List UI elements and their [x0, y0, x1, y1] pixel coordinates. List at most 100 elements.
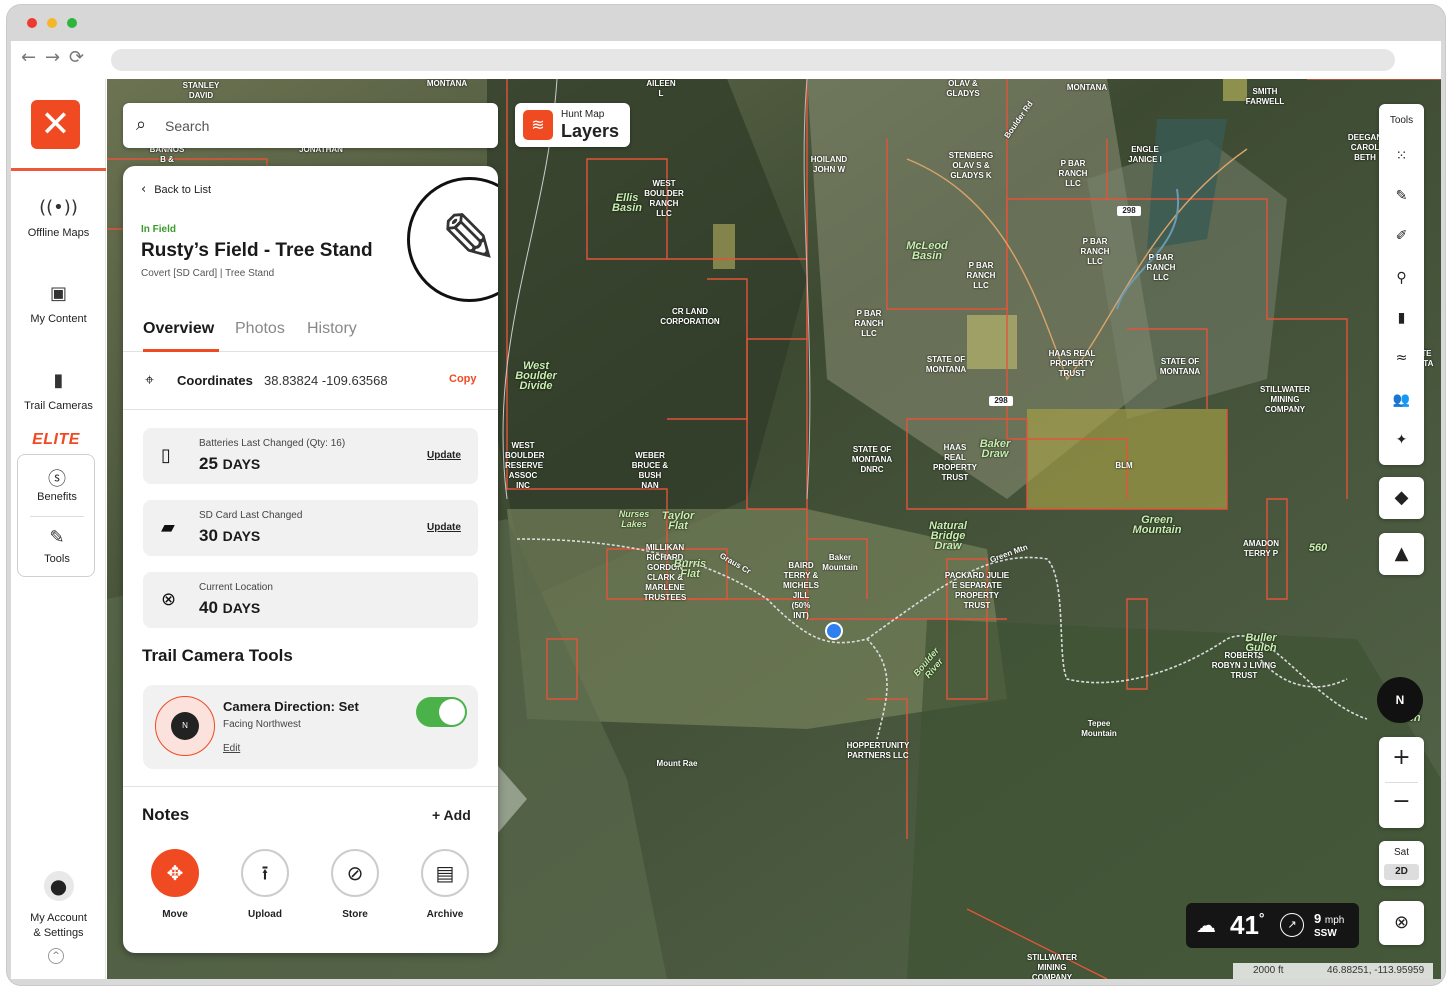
tools-icon: ✎ [49, 527, 65, 548]
move-action[interactable]: ✥ Move [140, 849, 210, 920]
map-mode-button[interactable]: Sat 2D [1379, 841, 1424, 886]
recenter-button[interactable]: ⊗ [1379, 901, 1424, 945]
draw-icon[interactable]: ✎ [1379, 188, 1424, 204]
batteries-label: Batteries Last Changed (Qty: 16) [199, 438, 346, 449]
search-bar[interactable]: ⌕ Search [123, 103, 498, 148]
map-canvas[interactable]: STANLEY DAVID MONTANA AILEEN L OLAV & GL… [107, 79, 1441, 979]
sd-card-icon: ▰ [161, 517, 175, 538]
map-label: WEST BOULDER RANCH LLC [644, 179, 684, 218]
maximize-window-dot[interactable] [67, 18, 77, 28]
camera-direction-title: Camera Direction: Set [223, 699, 359, 714]
map-label: HOILAND JOHN W [810, 155, 848, 174]
nav-account-settings[interactable]: ● My Account & Settings [11, 871, 106, 941]
satellite-icon[interactable]: ✦ [1379, 432, 1424, 448]
page-title: Rusty’s Field - Tree Stand [141, 240, 373, 261]
tab-history[interactable]: History [307, 320, 357, 338]
edit-pencil-icon[interactable]: ✎ [407, 177, 498, 302]
toggle-knob [439, 699, 465, 725]
address-bar[interactable] [111, 49, 1395, 71]
cursor-coordinates: 46.88251, -113.95959 [1327, 965, 1425, 976]
compass-needle: N [171, 712, 199, 740]
archive-icon: ▤ [421, 849, 469, 897]
nav-trail-cameras-label: Trail Cameras [24, 400, 93, 412]
nav-benefits[interactable]: ⓢ Benefits [18, 465, 96, 503]
reload-icon[interactable]: ⟳ [69, 47, 84, 68]
map-label: AMADON TERRY P [1243, 539, 1279, 558]
current-location-marker[interactable] [825, 622, 843, 640]
back-to-list-button[interactable]: ‹ Back to List [141, 182, 211, 197]
map-label: 560 [1308, 542, 1328, 554]
store-label: Store [342, 909, 368, 920]
tab-overview[interactable]: Overview [143, 320, 214, 338]
3d-terrain-button[interactable]: ◆ [1379, 477, 1424, 519]
battery-icon: ▯ [161, 445, 171, 466]
map-label: Nurses Lakes [618, 509, 650, 529]
upload-action[interactable]: ⭱ Upload [230, 849, 300, 920]
weather-widget[interactable]: ☁ 41° ↗ 9 mph SSW [1186, 903, 1359, 948]
people-icon[interactable]: 👥 [1379, 392, 1424, 408]
status-label: In Field [141, 224, 176, 235]
update-batteries-button[interactable]: Update [427, 450, 461, 461]
map-label: STENBERG OLAV S & GLADYS K [948, 151, 994, 180]
folder-icon: ▣ [49, 283, 67, 304]
tools-label: Tools [1389, 115, 1414, 126]
map-tools-panel: Tools ⁙ ✎ ✐ ⚲ ▮ ≈ 👥 ✦ [1379, 104, 1424, 465]
camera-direction-subtitle: Facing Northwest [223, 719, 301, 730]
nav-tools-label: Tools [44, 553, 70, 565]
layers-subtitle: Hunt Map [561, 109, 605, 120]
move-icon: ✥ [151, 849, 199, 897]
trail-camera-icon[interactable]: ▮ [1379, 310, 1424, 326]
location-pin-icon[interactable]: ⚲ [1379, 270, 1424, 286]
back-to-list-label: Back to List [154, 184, 212, 196]
left-nav: ✕ ((•)) Offline Maps ▣ My Content ▮ Trai… [11, 79, 106, 979]
zoom-out-button[interactable]: − [1379, 789, 1424, 814]
app-logo-icon[interactable]: ✕ [31, 100, 80, 149]
map-label: Natural Bridge Draw [929, 520, 967, 552]
map-pin-icon: ⌖ [145, 370, 155, 389]
nav-offline-maps[interactable]: ((•)) Offline Maps [11, 197, 106, 239]
current-location-days: 40 DAYS [199, 598, 260, 618]
nav-my-content[interactable]: ▣ My Content [11, 283, 106, 325]
map-label: P BAR RANCH LLC [1058, 159, 1088, 188]
sd-card-days: 30 DAYS [199, 526, 260, 546]
zoom-in-button[interactable]: + [1379, 745, 1424, 770]
hunt-map-layers-button[interactable]: ≋ Hunt Map Layers [515, 103, 630, 147]
nav-account-label: My Account & Settings [30, 912, 87, 939]
map-label: PACKARD JULIE E SEPARATE PROPERTY TRUST [944, 571, 1010, 610]
camera-direction-edit-link[interactable]: Edit [223, 743, 240, 754]
map-label: P BAR RANCH LLC [1080, 237, 1110, 266]
store-action[interactable]: ⊘ Store [320, 849, 390, 920]
search-input[interactable]: Search [165, 118, 209, 134]
erase-icon[interactable]: ✐ [1379, 228, 1424, 244]
map-label: P BAR RANCH LLC [1146, 253, 1176, 282]
camera-direction-toggle[interactable] [416, 697, 467, 727]
nav-tools[interactable]: ✎ Tools [18, 527, 96, 565]
wind-direction-text: SSW [1314, 928, 1337, 939]
add-note-button[interactable]: + Add [432, 807, 471, 823]
mountain-button[interactable]: ▲ [1379, 533, 1424, 575]
archive-action[interactable]: ▤ Archive [410, 849, 480, 920]
compass-north-button[interactable]: N [1377, 677, 1423, 723]
map-label: MONTANA [1066, 83, 1108, 92]
sd-card-card: ▰ SD Card Last Changed 30 DAYS Update [143, 500, 478, 556]
logo-active-underline [11, 168, 106, 171]
wind-icon[interactable]: ≈ [1379, 350, 1424, 366]
chevron-up-icon[interactable]: ^ [48, 948, 64, 964]
elite-group: ⓢ Benefits ✎ Tools [17, 454, 95, 577]
path-icon[interactable]: ⁙ [1379, 148, 1424, 164]
map-label: STATE OF MONTANA [925, 355, 967, 374]
coordinates-label: Coordinates [177, 373, 253, 388]
back-arrow-icon[interactable]: ← [21, 47, 36, 68]
tab-photos[interactable]: Photos [235, 320, 285, 338]
forward-arrow-icon[interactable]: → [45, 47, 60, 68]
map-label: ENGLE JANICE I [1128, 145, 1162, 164]
batteries-card: ▯ Batteries Last Changed (Qty: 16) 25 DA… [143, 428, 478, 484]
map-label: 298 [1117, 206, 1141, 216]
close-window-dot[interactable] [27, 18, 37, 28]
update-sd-card-button[interactable]: Update [427, 522, 461, 533]
copy-coordinates-button[interactable]: Copy [449, 373, 477, 385]
nav-trail-cameras[interactable]: ▮ Trail Cameras [11, 370, 106, 412]
search-icon: ⌕ [136, 114, 147, 135]
minimize-window-dot[interactable] [47, 18, 57, 28]
wind-speed-value: 9 [1314, 911, 1322, 926]
